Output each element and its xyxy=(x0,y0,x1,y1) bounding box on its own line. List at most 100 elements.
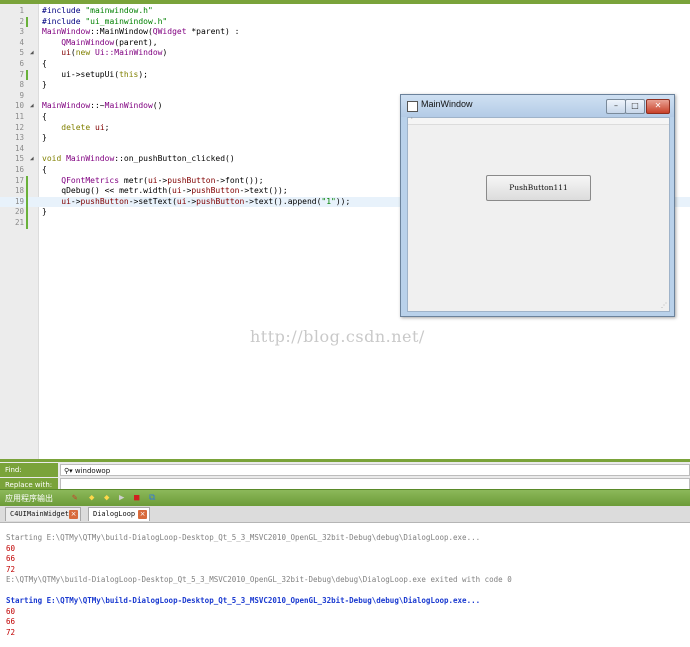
code-text: qDebug() << metr.width(ui->pushButton->t… xyxy=(42,186,288,196)
main-window-client-area: · PushButton111 ⋰ xyxy=(407,115,670,312)
code-text: QFontMetrics metr(ui->pushButton->font()… xyxy=(61,175,264,185)
tab-c4uimainwidget[interactable]: C4UIMainWidget × xyxy=(5,507,81,521)
line-number: 13 xyxy=(14,133,24,143)
code-line[interactable]: 5 ◢ ui(new Ui::MainWindow) xyxy=(0,48,690,59)
code-line[interactable]: 4 QMainWindow(parent), xyxy=(0,38,690,49)
clear-icon[interactable]: ✎ xyxy=(72,493,77,503)
fold-icon[interactable]: ◢ xyxy=(30,101,34,112)
watermark: http://blog.csdn.net/ xyxy=(250,327,425,346)
find-bar: Find: ⚲▾ windowop Replace with: xyxy=(0,459,690,492)
close-icon[interactable]: × xyxy=(69,510,78,519)
main-window-preview[interactable]: MainWindow – □ ✕ · PushButton111 ⋰ xyxy=(400,94,675,317)
line-number: 16 xyxy=(14,165,24,174)
code-text: void MainWindow::on_pushButton_clicked() xyxy=(42,154,235,164)
line-number: 11 xyxy=(14,112,24,121)
code-text: MainWindow::~MainWindow() xyxy=(42,101,163,111)
output-line: 60 xyxy=(6,543,16,553)
menubar[interactable]: · xyxy=(408,115,669,125)
code-line[interactable]: 6{ xyxy=(0,59,690,70)
output-line: Starting E:\QTMy\QTMy\build-DialogLoop-D… xyxy=(6,533,481,542)
output-pane-header: 应用程序输出 ✎ ◆ ◆ ▶ ■ ⧉ xyxy=(0,489,690,507)
code-text: } xyxy=(42,133,47,143)
modified-marker xyxy=(26,218,28,229)
find-label: Find: xyxy=(0,463,58,477)
search-icon[interactable]: ⚲▾ xyxy=(64,467,73,475)
line-number: 17 xyxy=(14,175,24,185)
maximize-button[interactable]: □ xyxy=(625,99,645,114)
line-number: 15 xyxy=(14,154,24,164)
line-number: 18 xyxy=(14,186,24,196)
code-line[interactable]: 1 #include "mainwindow.h" xyxy=(0,6,690,17)
output-line: 66 xyxy=(6,617,16,626)
code-line[interactable]: 7 ui->setupUi(this); xyxy=(0,69,690,81)
window-app-icon xyxy=(407,101,418,112)
line-number: 6 xyxy=(19,59,24,68)
resize-grip-icon[interactable]: ⋰ xyxy=(661,302,667,309)
code-text: ui->setupUi(this); xyxy=(42,69,148,79)
output-tabs: C4UIMainWidget × DialogLoop × xyxy=(0,506,690,523)
code-text: } xyxy=(42,207,47,217)
main-window-titlebar[interactable]: MainWindow – □ ✕ xyxy=(401,95,674,117)
code-text: { xyxy=(42,112,47,121)
previous-icon[interactable]: ◆ xyxy=(89,493,94,503)
tab-label: C4UIMainWidget xyxy=(10,510,70,518)
output-line: E:\QTMy\QTMy\build-DialogLoop-Desktop_Qt… xyxy=(6,575,512,584)
line-number: 10 xyxy=(14,101,24,111)
close-button[interactable]: ✕ xyxy=(646,99,670,114)
fold-icon[interactable]: ◢ xyxy=(30,48,34,59)
output-line: 66 xyxy=(6,554,16,563)
code-text: QMainWindow(parent), xyxy=(61,37,158,47)
code-text: ui(new Ui::MainWindow) xyxy=(61,48,168,58)
close-icon[interactable]: × xyxy=(138,510,147,519)
line-number: 14 xyxy=(14,143,24,153)
attach-icon[interactable]: ⧉ xyxy=(149,493,155,503)
line-number: 4 xyxy=(19,37,24,47)
main-window-title: MainWindow xyxy=(421,99,473,109)
next-icon[interactable]: ◆ xyxy=(104,493,109,503)
line-number: 12 xyxy=(14,122,24,132)
code-line[interactable]: 8} xyxy=(0,80,690,91)
line-number: 21 xyxy=(14,218,24,227)
output-line: 60 xyxy=(6,606,16,616)
code-text: ui->pushButton->setText(ui->pushButton->… xyxy=(61,196,351,206)
stop-icon[interactable]: ■ xyxy=(134,493,139,503)
line-number: 9 xyxy=(19,90,24,100)
find-input[interactable]: ⚲▾ windowop xyxy=(60,464,690,476)
line-number: 8 xyxy=(19,80,24,90)
code-line[interactable]: 3 MainWindow::MainWindow(QWidget *parent)… xyxy=(0,27,690,38)
line-number: 20 xyxy=(14,207,24,217)
modified-marker xyxy=(26,69,28,81)
code-text: #include "ui_mainwindow.h" xyxy=(42,16,168,26)
modified-marker xyxy=(26,196,28,208)
tab-dialogloop[interactable]: DialogLoop × xyxy=(88,507,150,521)
output-line: 72 xyxy=(6,564,16,574)
line-number: 3 xyxy=(19,27,24,37)
modified-marker xyxy=(26,16,28,28)
push-button[interactable]: PushButton111 xyxy=(486,175,591,201)
modified-marker xyxy=(26,186,28,197)
tab-label: DialogLoop xyxy=(93,510,136,518)
output-line: 72 xyxy=(6,627,16,637)
code-text: MainWindow::MainWindow(QWidget *parent) … xyxy=(42,27,240,37)
output-line: Starting E:\QTMy\QTMy\build-DialogLoop-D… xyxy=(6,596,481,605)
code-text: } xyxy=(42,80,47,90)
fold-icon[interactable]: ◢ xyxy=(30,154,34,165)
minimize-button[interactable]: – xyxy=(606,99,626,114)
code-text: #include "mainwindow.h" xyxy=(42,6,153,15)
code-text: { xyxy=(42,165,47,174)
line-number: 19 xyxy=(14,196,24,206)
modified-marker xyxy=(26,207,28,218)
code-text: { xyxy=(42,59,47,68)
run-icon[interactable]: ▶ xyxy=(119,493,124,503)
line-number: 2 xyxy=(19,16,24,26)
code-text: delete ui; xyxy=(61,122,110,132)
output-pane-title: 应用程序输出 xyxy=(5,494,53,503)
menubar-marker: · xyxy=(410,115,414,122)
line-number: 5 xyxy=(19,48,24,58)
line-number: 1 xyxy=(19,6,24,15)
application-output[interactable]: Starting E:\QTMy\QTMy\build-DialogLoop-D… xyxy=(0,523,690,647)
line-number: 7 xyxy=(19,69,24,79)
find-input-value: windowop xyxy=(74,467,111,475)
code-line[interactable]: 2 #include "ui_mainwindow.h" xyxy=(0,16,690,28)
modified-marker xyxy=(26,175,28,187)
